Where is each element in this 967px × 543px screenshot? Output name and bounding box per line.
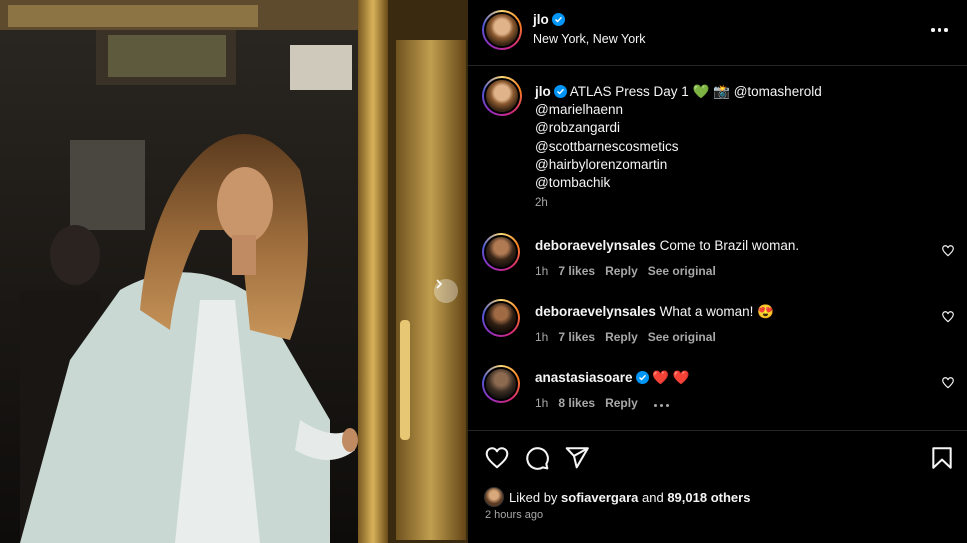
author-username-row[interactable]: jlo bbox=[533, 12, 565, 27]
post-header: jlo New York, New York bbox=[468, 0, 967, 66]
caption-mention[interactable]: @scottbarnescosmetics bbox=[535, 138, 822, 156]
heart-icon[interactable] bbox=[484, 445, 510, 471]
comment-item: deboraevelynsales What a woman! 😍 1h 7 l… bbox=[468, 299, 967, 351]
post-location[interactable]: New York, New York bbox=[533, 32, 646, 46]
chevron-right-icon bbox=[436, 279, 443, 289]
comment-text: Come to Brazil woman. bbox=[659, 238, 800, 253]
comment-text: ❤️ ❤️ bbox=[652, 370, 690, 385]
comment-time[interactable]: 1h bbox=[535, 330, 548, 344]
author-username[interactable]: jlo bbox=[533, 12, 549, 27]
liker-avatar[interactable] bbox=[484, 487, 504, 507]
caption-mention[interactable]: @robzangardi bbox=[535, 119, 822, 137]
caption-first-line: jlo ATLAS Press Day 1 💚 📸 @tomasherold bbox=[535, 83, 822, 101]
comment-item: deboraevelynsales Come to Brazil woman. … bbox=[468, 233, 967, 285]
comment-item: anastasiasoare ❤️ ❤️ 1h 8 likes Reply bbox=[468, 365, 967, 417]
paper-plane-icon[interactable] bbox=[564, 445, 590, 471]
comment-time[interactable]: 1h bbox=[535, 264, 548, 278]
photo-illustration bbox=[0, 0, 468, 543]
comment-reply-button[interactable]: Reply bbox=[605, 264, 638, 278]
comment-avatar[interactable] bbox=[482, 299, 520, 337]
comment-likes[interactable]: 8 likes bbox=[558, 396, 595, 410]
liked-by-and: and bbox=[642, 489, 664, 505]
comment-avatar[interactable] bbox=[482, 365, 520, 403]
comment-username[interactable]: deboraevelynsales bbox=[535, 238, 656, 253]
comment-text-row: deboraevelynsales Come to Brazil woman. bbox=[535, 238, 799, 253]
more-options-button[interactable] bbox=[931, 22, 951, 38]
verified-badge-icon bbox=[553, 85, 567, 98]
liked-by-prefix: Liked by bbox=[509, 489, 558, 505]
liked-by-user[interactable]: sofiavergara bbox=[561, 490, 638, 505]
comment-meta: 1h 7 likes Reply See original bbox=[535, 330, 726, 344]
comment-meta: 1h 7 likes Reply See original bbox=[535, 264, 726, 278]
comment-heart-icon[interactable] bbox=[941, 376, 955, 390]
comment-reply-button[interactable]: Reply bbox=[605, 330, 638, 344]
comment-likes[interactable]: 7 likes bbox=[558, 330, 595, 344]
bookmark-icon[interactable] bbox=[929, 445, 955, 471]
comment-username[interactable]: deboraevelynsales bbox=[535, 304, 656, 319]
more-dot bbox=[937, 28, 941, 32]
comment-avatar[interactable] bbox=[482, 233, 520, 271]
comment-likes[interactable]: 7 likes bbox=[558, 264, 595, 278]
caption-text: jlo ATLAS Press Day 1 💚 📸 @tomasherold @… bbox=[535, 83, 822, 192]
caption-body: ATLAS Press Day 1 bbox=[569, 84, 689, 99]
comment-username[interactable]: anastasiasoare bbox=[535, 370, 633, 385]
comment-text: What a woman! 😍 bbox=[659, 304, 774, 319]
comment-meta: 1h 8 likes Reply bbox=[535, 396, 679, 410]
liked-by-row: Liked by sofiavergara and 89,018 others bbox=[484, 487, 750, 507]
verified-badge-icon bbox=[635, 371, 649, 384]
post-photo[interactable] bbox=[0, 0, 468, 543]
caption-mention[interactable]: @tombachik bbox=[535, 174, 822, 192]
comment-time[interactable]: 1h bbox=[535, 396, 548, 410]
caption-emoji: 💚 📸 bbox=[692, 84, 730, 99]
post-actions: Liked by sofiavergara and 89,018 others … bbox=[468, 430, 967, 543]
more-dot bbox=[944, 28, 948, 32]
caption-mention[interactable]: @hairbylorenzomartin bbox=[535, 156, 822, 174]
comment-text-row: anastasiasoare ❤️ ❤️ bbox=[535, 370, 690, 386]
carousel-next-button[interactable] bbox=[434, 279, 458, 303]
verified-badge-icon bbox=[551, 13, 565, 26]
caption-timestamp[interactable]: 2h bbox=[535, 197, 548, 209]
caption-mention[interactable]: @tomasherold bbox=[734, 84, 822, 99]
caption-username[interactable]: jlo bbox=[535, 84, 551, 99]
caption-avatar[interactable] bbox=[482, 76, 522, 116]
comment-see-original[interactable]: See original bbox=[648, 264, 716, 278]
comment-heart-icon[interactable] bbox=[941, 244, 955, 258]
comment-see-original[interactable]: See original bbox=[648, 330, 716, 344]
author-avatar[interactable] bbox=[482, 10, 522, 50]
caption-mention[interactable]: @marielhaenn bbox=[535, 101, 822, 119]
more-horizontal-icon bbox=[931, 28, 935, 32]
liked-by-count[interactable]: 89,018 others bbox=[667, 490, 750, 505]
post-side-panel: jlo New York, New York jlo ATLAS Press D… bbox=[468, 0, 967, 543]
comment-reply-button[interactable]: Reply bbox=[605, 396, 638, 410]
comment-text-row: deboraevelynsales What a woman! 😍 bbox=[535, 304, 774, 320]
comment-icon[interactable] bbox=[524, 445, 550, 471]
comment-more-icon[interactable] bbox=[653, 403, 669, 407]
comment-heart-icon[interactable] bbox=[941, 310, 955, 324]
post-timestamp[interactable]: 2 hours ago bbox=[485, 509, 543, 521]
